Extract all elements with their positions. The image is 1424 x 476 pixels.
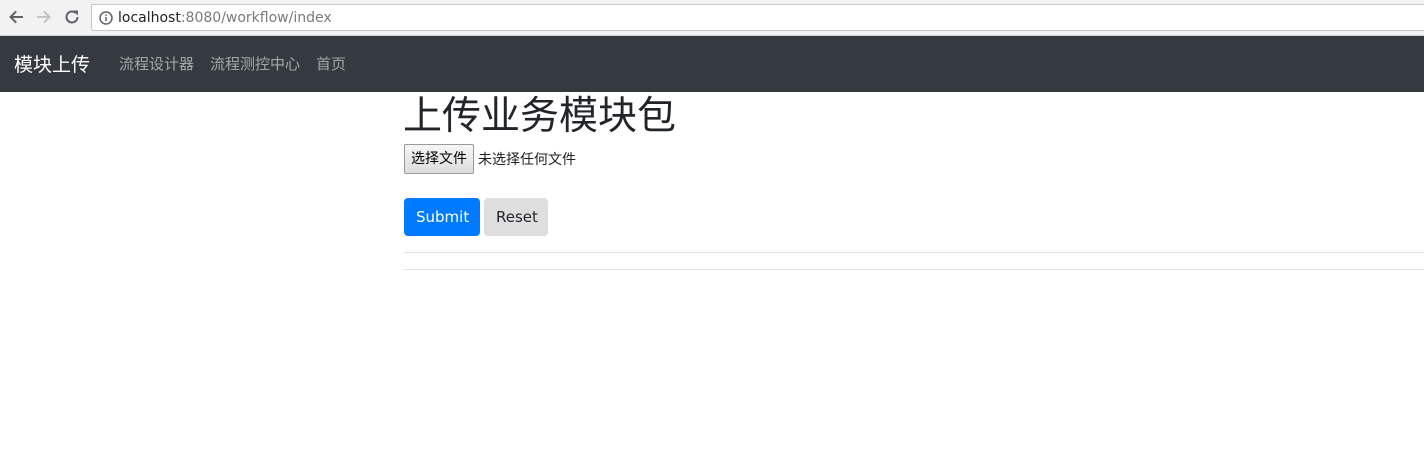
url-text: localhost:8080/workflow/index: [118, 9, 332, 27]
url-host: localhost: [118, 10, 181, 26]
file-input: 选择文件 未选择任何文件: [404, 144, 576, 174]
nav-link-monitor-center[interactable]: 流程测控中心: [210, 54, 300, 74]
back-button[interactable]: [5, 6, 27, 28]
navbar: 模块上传 流程设计器 流程测控中心 首页: [0, 36, 1424, 92]
browser-toolbar: localhost:8080/workflow/index: [0, 0, 1424, 36]
file-status-text: 未选择任何文件: [478, 152, 576, 168]
arrow-left-icon: [9, 10, 23, 24]
divider: [404, 252, 1424, 253]
form-actions: Submit Reset: [404, 198, 548, 236]
navbar-brand[interactable]: 模块上传: [14, 53, 90, 77]
nav-link-workflow-designer[interactable]: 流程设计器: [119, 54, 194, 74]
arrow-right-icon: [37, 10, 51, 24]
submit-button[interactable]: Submit: [404, 198, 480, 236]
forward-button[interactable]: [33, 6, 55, 28]
reload-icon: [65, 10, 79, 24]
nav-link-home[interactable]: 首页: [316, 54, 346, 74]
page-title: 上传业务模块包: [403, 94, 677, 139]
nav-links: 流程设计器 流程测控中心 首页: [119, 54, 346, 74]
reload-button[interactable]: [61, 6, 83, 28]
info-icon[interactable]: [99, 11, 113, 25]
choose-file-button[interactable]: 选择文件: [404, 144, 474, 174]
reset-button[interactable]: Reset: [484, 198, 548, 236]
address-bar[interactable]: localhost:8080/workflow/index: [91, 4, 1424, 31]
url-path: :8080/workflow/index: [180, 10, 332, 26]
divider: [404, 269, 1424, 270]
